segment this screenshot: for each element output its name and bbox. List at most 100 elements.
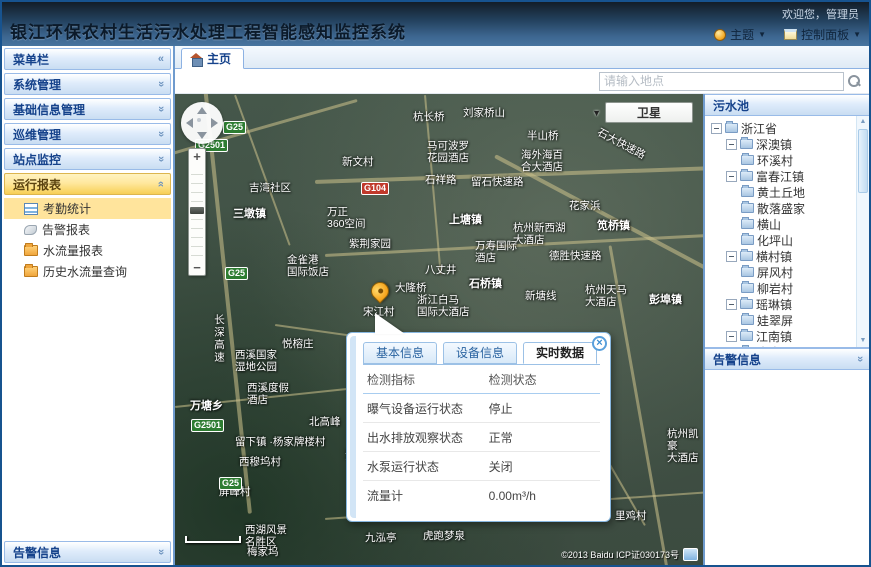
scroll-down-icon[interactable]: ▼ (857, 336, 869, 346)
map-type-satellite-button[interactable]: 卫星 (605, 102, 693, 123)
tab-home-label: 主页 (207, 50, 231, 67)
tree-collapse-icon[interactable] (726, 251, 737, 262)
tree-node[interactable]: 江南镇 (709, 328, 855, 344)
alarm-info-bar-right[interactable]: 告警信息 » (705, 348, 869, 370)
popup-callout-arrow (375, 313, 405, 334)
table-row: 水泵运行状态关闭 (363, 452, 600, 481)
tree-node[interactable]: 深澳镇 (709, 136, 855, 152)
sidebar-item-1[interactable]: 告警报表 (4, 219, 171, 240)
sidebar-section-0[interactable]: 系统管理» (4, 73, 171, 95)
map-label: 西溪国家 湿地公园 (235, 349, 277, 373)
search-icon[interactable] (847, 74, 861, 88)
tree-collapse-icon[interactable] (726, 171, 737, 182)
tree-node[interactable]: 化坪山 (709, 232, 855, 248)
tree-node-label: 水电景2 (757, 344, 800, 349)
sidebar-item-0[interactable]: 考勤统计 (4, 198, 171, 219)
zoom-out-button[interactable]: − (189, 261, 205, 275)
tree-node-label: 散落盛家 (757, 200, 805, 217)
popup-tab-2[interactable]: 实时数据 (523, 342, 597, 364)
popup-tab-1[interactable]: 设备信息 (443, 342, 517, 364)
search-input[interactable] (599, 72, 844, 91)
scroll-up-icon[interactable]: ▲ (857, 117, 869, 127)
tree-collapse-icon[interactable] (726, 331, 737, 342)
control-panel-icon (784, 29, 797, 40)
map-type-caret-icon[interactable]: ▼ (592, 108, 601, 118)
cell-indicator: 曝气设备运行状态 (363, 400, 489, 417)
cell-status: 停止 (489, 400, 600, 417)
control-panel-button[interactable]: 控制面板 ▼ (784, 26, 861, 43)
chevron-down-icon: ▼ (758, 30, 766, 39)
tree-node[interactable]: 水电景2 (709, 344, 855, 348)
tree-collapse-icon[interactable] (726, 299, 737, 310)
map-label: 金雀港 国际饭店 (287, 254, 329, 278)
tree-node[interactable]: 富春江镇 (709, 168, 855, 184)
tree-node[interactable]: 黄土丘地 (709, 184, 855, 200)
sidebar-item-3[interactable]: 历史水流量查询 (4, 261, 171, 282)
tree-node[interactable]: 环溪村 (709, 152, 855, 168)
sidebar-section-3[interactable]: 站点监控» (4, 148, 171, 170)
pan-up-icon[interactable] (197, 107, 207, 114)
tree-collapse-icon[interactable] (711, 123, 722, 134)
tree-node-label: 屏风村 (757, 264, 793, 281)
map-label: 九泓亭 (365, 532, 397, 544)
sidebar-section-reports[interactable]: 运行报表 » (4, 173, 171, 195)
map-zoom-slider[interactable]: + − (188, 148, 206, 276)
road-shield: G25 (219, 477, 242, 490)
folder-icon (740, 139, 753, 149)
tree-node[interactable]: 瑶琳镇 (709, 296, 855, 312)
tree-node-label: 江南镇 (756, 328, 792, 345)
tree-node-label: 横村镇 (756, 248, 792, 265)
station-marker-pin[interactable] (367, 278, 392, 303)
map-canvas[interactable]: 杭长桥刘家桥山半山桥马可波罗 花园酒店海外海百 合大酒店新文村石大快速路石祥路留… (175, 94, 703, 565)
map-label: 新塘线 (525, 290, 557, 302)
map-label: 大隆桥 (395, 282, 427, 294)
tree-node[interactable]: 散落盛家 (709, 200, 855, 216)
sidebar-item-2[interactable]: 水流量报表 (4, 240, 171, 261)
collapse-left-icon[interactable]: « (158, 53, 164, 65)
cell-status: 关闭 (489, 458, 600, 475)
map-label: 虎跑梦泉 (423, 530, 465, 542)
sidebar-section-2[interactable]: 巡维管理» (4, 123, 171, 145)
app-title: 银江环保农村生活污水处理工程智能感知监控系统 (10, 18, 406, 43)
folder-icon (741, 315, 754, 325)
theme-button[interactable]: 主题 ▼ (714, 26, 766, 43)
chevron-down-icon: » (155, 131, 167, 137)
table-row: 曝气设备运行状态停止 (363, 394, 600, 423)
chevron-down-icon: » (155, 549, 167, 555)
map-pan-control[interactable] (181, 102, 223, 144)
home-icon (190, 53, 203, 65)
folder-icon (24, 266, 38, 277)
tree-node[interactable]: 浙江省 (709, 120, 855, 136)
scroll-thumb[interactable] (858, 129, 868, 193)
tree-node[interactable]: 横村镇 (709, 248, 855, 264)
chevron-up-icon: » (155, 181, 167, 187)
close-icon[interactable]: × (592, 336, 607, 351)
map-label: 留下镇 ·杨家牌楼村 (235, 436, 325, 448)
theme-label: 主题 (730, 26, 754, 43)
tree-node[interactable]: 娃翠屏 (709, 312, 855, 328)
map-logo-icon (683, 548, 698, 561)
map-label: 万塘乡 (190, 400, 223, 412)
popup-tab-0[interactable]: 基本信息 (363, 342, 437, 364)
pan-center-icon[interactable] (197, 118, 201, 122)
tree-scrollbar[interactable]: ▲▼ (856, 116, 869, 347)
sewage-pool-header[interactable]: 污水池 (705, 94, 869, 116)
sidebar-spacer (4, 286, 171, 541)
zoom-in-button[interactable]: + (189, 150, 205, 164)
tree-node[interactable]: 屏风村 (709, 264, 855, 280)
tab-home[interactable]: 主页 (181, 48, 244, 69)
tree-node[interactable]: 柳岩村 (709, 280, 855, 296)
tree-collapse-icon[interactable] (726, 139, 737, 150)
map-scale-bar (185, 536, 241, 543)
section-label: 系统管理 (13, 76, 61, 93)
menu-bar-header[interactable]: 菜单栏 « (4, 48, 171, 70)
zoom-handle[interactable] (190, 207, 204, 214)
alarm-info-bar-left[interactable]: 告警信息 » (4, 541, 171, 563)
pan-left-icon[interactable] (186, 118, 193, 128)
welcome-text: 欢迎您，管理员 (782, 6, 859, 22)
sidebar-section-1[interactable]: 基础信息管理» (4, 98, 171, 120)
pan-down-icon[interactable] (197, 132, 207, 139)
tree-node[interactable]: 横山 (709, 216, 855, 232)
map-label: 西溪度假 酒店 (247, 382, 289, 406)
pan-right-icon[interactable] (211, 118, 218, 128)
